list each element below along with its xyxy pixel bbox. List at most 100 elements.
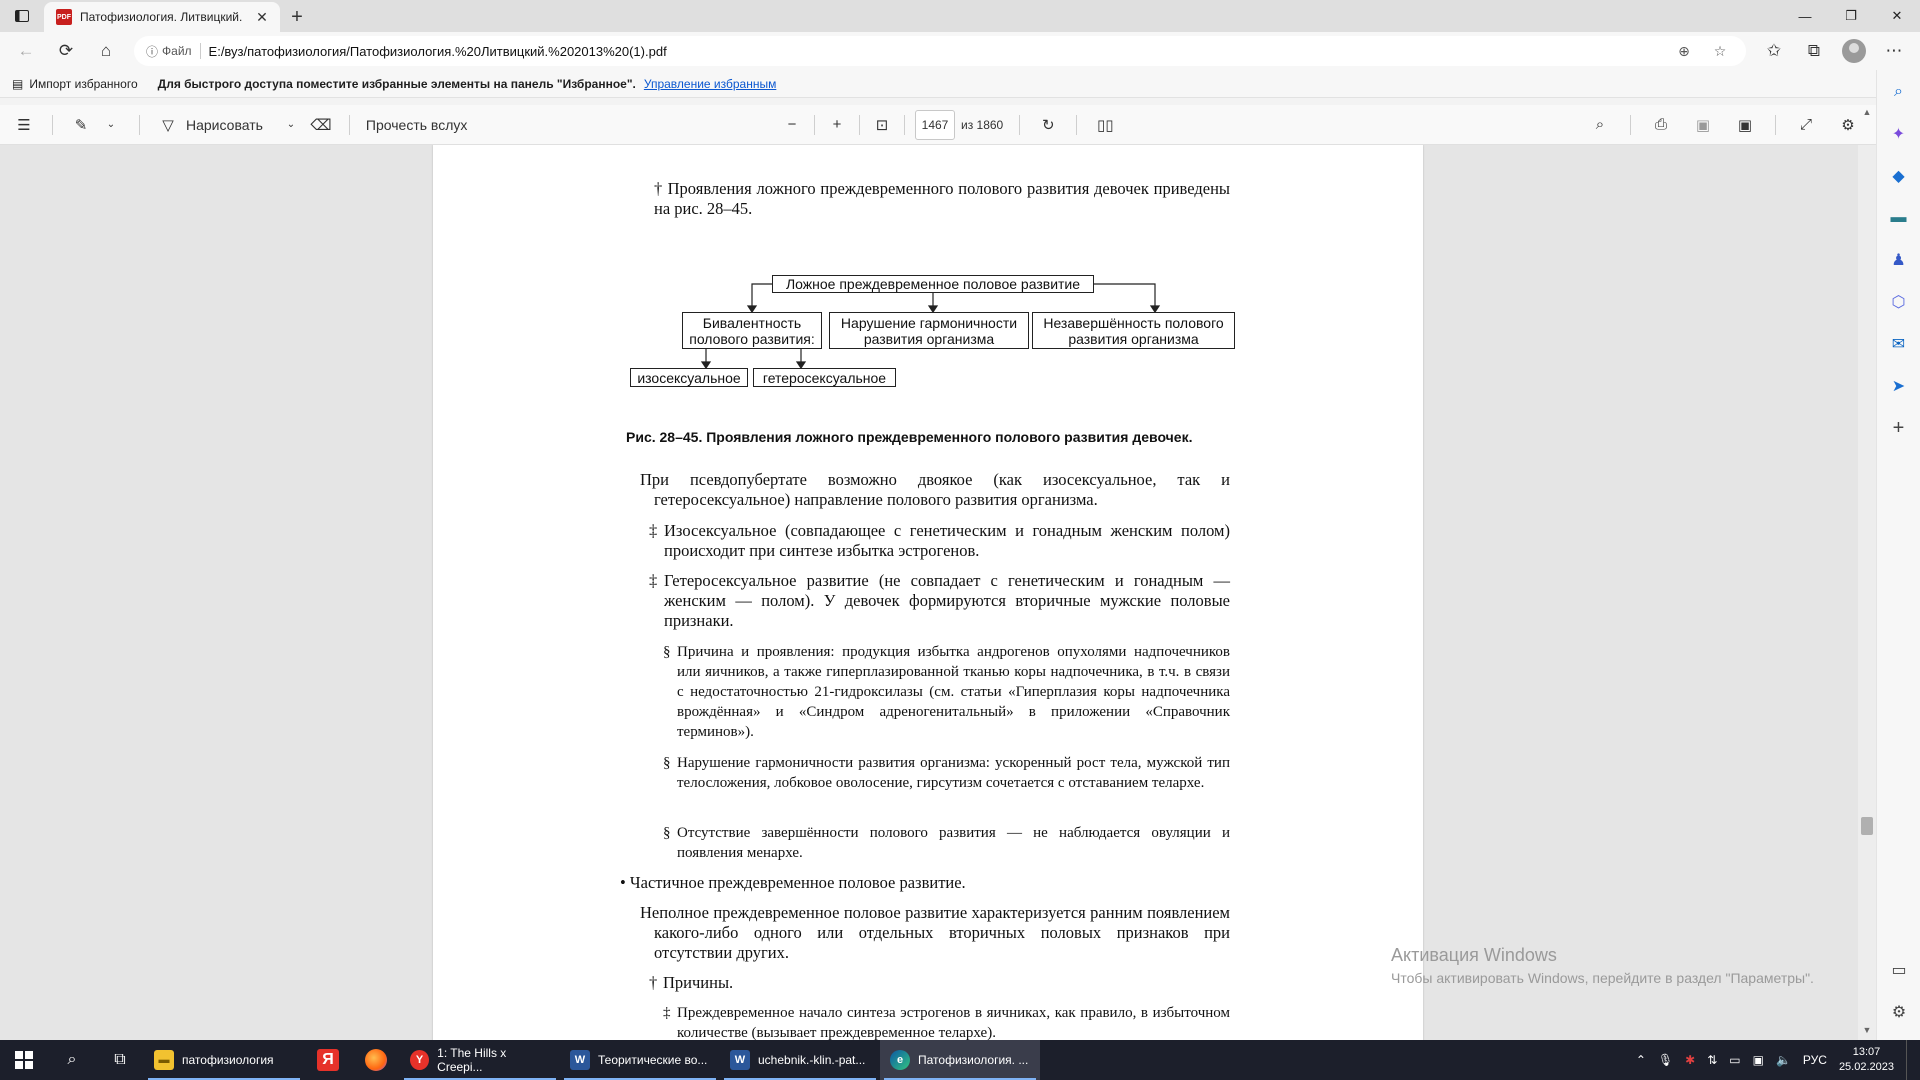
clock[interactable]: 13:07 25.02.2023: [1839, 1045, 1894, 1075]
zoom-icon[interactable]: ⊕: [1670, 43, 1698, 60]
shopping-icon[interactable]: ◆: [1887, 164, 1911, 188]
contents-icon[interactable]: ☰: [12, 116, 36, 134]
refresh-button[interactable]: ⟳: [48, 36, 84, 66]
more-icon[interactable]: ⋯: [1876, 36, 1912, 66]
manage-favorites-link[interactable]: Управление избранным: [644, 77, 776, 91]
fit-page-icon[interactable]: ⊡: [870, 116, 894, 134]
notifications-icon[interactable]: [1906, 1040, 1912, 1080]
zoom-out-icon[interactable]: −: [780, 116, 804, 133]
chevron-down-icon[interactable]: ⌄: [279, 119, 303, 130]
list-item-causes: † Причины.: [649, 973, 1230, 993]
add-favorite-icon[interactable]: ☆: [1706, 43, 1734, 60]
diagram-node-harmony: Нарушение гармоничности развития организ…: [829, 312, 1029, 349]
rotate-icon[interactable]: ↻: [1036, 116, 1060, 134]
outlook-icon[interactable]: ✉: [1887, 332, 1911, 356]
diagram-node-incompleteness: Незавершённость полового развития органи…: [1032, 312, 1235, 349]
site-info[interactable]: ⓘ Файл: [146, 43, 192, 60]
scroll-up-icon[interactable]: ▲: [1861, 107, 1873, 119]
scrollbar-thumb[interactable]: [1861, 817, 1873, 835]
taskbar-app-word-1[interactable]: W Теоритические во...: [560, 1040, 720, 1080]
close-window-icon[interactable]: ✕: [1874, 0, 1920, 32]
back-button[interactable]: ←: [8, 36, 44, 66]
yandex-icon[interactable]: Я: [304, 1040, 352, 1080]
import-label: Импорт избранного: [29, 76, 138, 91]
close-tab-icon[interactable]: ✕: [254, 9, 270, 26]
list-marker: ‡: [649, 521, 658, 540]
task-view-icon[interactable]: ⧉: [96, 1040, 144, 1080]
read-aloud-button[interactable]: Прочесть вслух: [366, 117, 467, 133]
draw-icon[interactable]: ▽: [156, 116, 180, 134]
tab-actions-icon: [15, 10, 29, 22]
taskbar-app-edge[interactable]: e Патофизиология. ...: [880, 1040, 1040, 1080]
search-icon[interactable]: ⌕: [1887, 80, 1911, 104]
divider: [52, 114, 53, 135]
app-tray-icon[interactable]: ✱: [1685, 1053, 1695, 1067]
document-viewer[interactable]: † Проявления ложного преждевременного по…: [0, 145, 1876, 1040]
divider: [1775, 114, 1776, 135]
new-tab-button[interactable]: +: [280, 2, 314, 32]
chevron-up-icon[interactable]: ⌃: [1636, 1053, 1646, 1067]
firefox-icon[interactable]: [352, 1040, 400, 1080]
save-icon[interactable]: ▣: [1691, 116, 1715, 134]
split-screen-icon[interactable]: ▭: [1887, 958, 1911, 982]
taskbar-app-explorer[interactable]: ▬ патофизиология: [144, 1040, 304, 1080]
start-button[interactable]: [0, 1040, 48, 1080]
fullscreen-icon[interactable]: ⤢: [1794, 116, 1818, 133]
minimize-icon[interactable]: —: [1782, 0, 1828, 32]
list-marker: ‡: [663, 1005, 671, 1021]
taskbar-app-yandex-browser[interactable]: Y 1: The Hills x Creepi...: [400, 1040, 560, 1080]
battery-icon[interactable]: ▭: [1729, 1053, 1740, 1067]
url-text[interactable]: E:/вуз/патофизиология/Патофизиология.%20…: [209, 44, 1662, 59]
games-icon[interactable]: ♟: [1887, 248, 1911, 272]
favorites-icon[interactable]: ✩: [1756, 36, 1792, 66]
microphone-icon[interactable]: 🎙: [1658, 1053, 1673, 1067]
send-icon[interactable]: ➤: [1887, 374, 1911, 398]
scroll-down-icon[interactable]: ▼: [1861, 1025, 1873, 1037]
volume-icon[interactable]: 🔈: [1776, 1053, 1791, 1067]
active-tab[interactable]: PDF Патофизиология. Литвицкий. 2013 (1).…: [44, 2, 280, 32]
page-number-input[interactable]: 1467: [915, 109, 955, 140]
firefox-glyph: [365, 1049, 387, 1071]
taskbar-app-word-2[interactable]: W uchebnik.-klin.-pat...: [720, 1040, 880, 1080]
settings-icon[interactable]: ⚙: [1836, 116, 1860, 134]
draw-button[interactable]: Нарисовать: [186, 117, 263, 133]
address-bar[interactable]: ⓘ Файл E:/вуз/патофизиология/Патофизиоло…: [134, 36, 1746, 66]
highlight-icon[interactable]: ✎: [69, 116, 93, 134]
tab-actions-button[interactable]: [0, 0, 44, 32]
search-icon[interactable]: ⌕: [48, 1040, 96, 1080]
profile-button[interactable]: [1836, 36, 1872, 66]
save-as-icon[interactable]: ▣: [1733, 116, 1757, 134]
sub-item-harmony: § Нарушение гармоничности развития орган…: [663, 753, 1230, 793]
tools-icon[interactable]: ▬: [1887, 206, 1911, 230]
restore-icon[interactable]: ❐: [1828, 0, 1874, 32]
monitor-icon[interactable]: ▣: [1753, 1053, 1764, 1067]
system-tray: ⌃ 🎙 ✱ ⇅ ▭ ▣ 🔈 РУС 13:07 25.02.2023: [1636, 1040, 1920, 1080]
office-icon[interactable]: ⬡: [1887, 290, 1911, 314]
zoom-in-icon[interactable]: +: [825, 116, 849, 133]
collections-icon[interactable]: ⧉: [1796, 36, 1832, 66]
network-activity-icon[interactable]: ⇅: [1707, 1053, 1717, 1067]
page-view-icon[interactable]: ▯▯: [1093, 116, 1117, 134]
scrollbar[interactable]: [1858, 145, 1876, 1040]
sub-item-incompleteness: § Отсутствие завершённости полового разв…: [663, 823, 1230, 863]
divider: [859, 114, 860, 135]
eraser-icon[interactable]: ⌫: [309, 116, 333, 134]
list-item-text: Изосексуальное (совпадающее с генетическ…: [664, 521, 1230, 560]
copilot-icon[interactable]: ✦: [1887, 122, 1911, 146]
import-favorites-button[interactable]: ▤ Импорт избранного: [12, 77, 138, 91]
favorites-bar: ▤ Импорт избранного Для быстрого доступа…: [0, 70, 1876, 98]
settings-icon[interactable]: ⚙: [1887, 1000, 1911, 1024]
word-icon: W: [730, 1050, 750, 1070]
list-item-text: Отсутствие завершённости полового развит…: [677, 825, 1230, 861]
chevron-down-icon[interactable]: ⌄: [99, 119, 123, 130]
add-icon[interactable]: +: [1887, 416, 1911, 440]
clock-time: 13:07: [1852, 1046, 1881, 1058]
diagram-root: Ложное преждевременное половое развитие: [772, 275, 1094, 293]
search-icon[interactable]: ⌕: [1588, 116, 1612, 133]
language-indicator[interactable]: РУС: [1803, 1053, 1827, 1067]
diagram-node-bivalence: Бивалентность полового развития:: [682, 312, 822, 349]
print-icon[interactable]: ⎙: [1649, 116, 1673, 133]
title-bar: PDF Патофизиология. Литвицкий. 2013 (1).…: [0, 0, 1920, 32]
diagram-leaf-heterosexual: гетеросексуальное: [753, 368, 896, 387]
home-button[interactable]: ⌂: [88, 36, 124, 66]
